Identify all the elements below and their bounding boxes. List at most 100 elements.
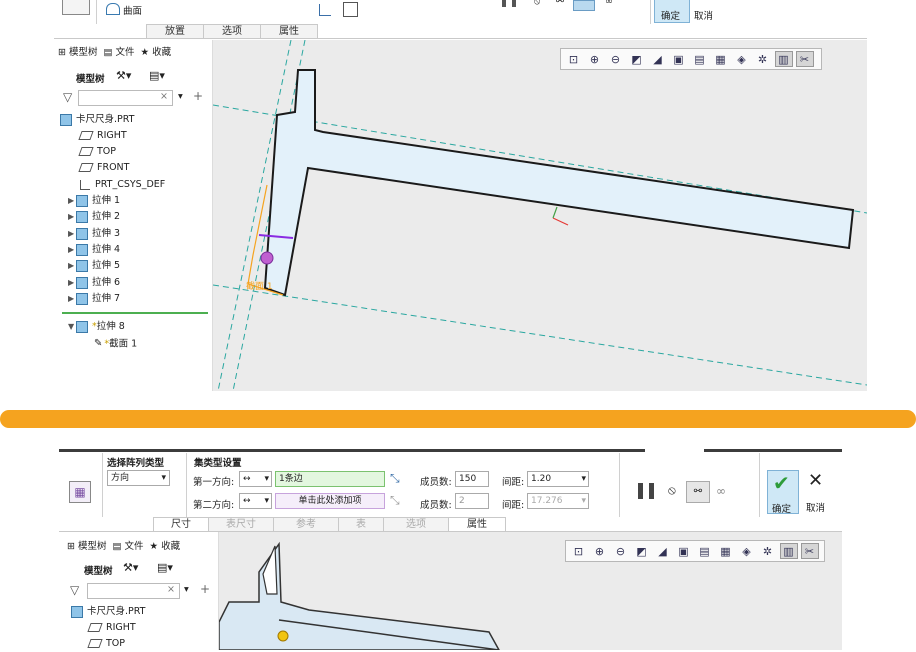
- surface-label[interactable]: 曲面: [123, 3, 142, 17]
- perspective-icon[interactable]: ▦: [717, 543, 735, 559]
- tree-tab-favorites[interactable]: ★ 收藏: [150, 538, 181, 552]
- tree-tab-files[interactable]: ▤ 文件: [104, 44, 135, 58]
- tab-options[interactable]: 选项: [203, 24, 261, 39]
- saved-orientation-icon[interactable]: ▣: [675, 543, 693, 559]
- display-style-icon[interactable]: ◢: [654, 543, 672, 559]
- tree-item-extrude4[interactable]: ▶ 拉伸 4: [68, 242, 120, 258]
- zoom-out-icon[interactable]: ⊖: [612, 543, 630, 559]
- spin-center-icon[interactable]: ✂: [795, 51, 814, 67]
- display-style-icon[interactable]: ◢: [649, 51, 667, 67]
- zoom-in-icon[interactable]: ⊕: [586, 51, 604, 67]
- tree-settings-icon[interactable]: ⚒▾: [116, 69, 131, 82]
- add-filter-icon[interactable]: +: [193, 89, 203, 103]
- refit-icon[interactable]: ⊡: [570, 543, 588, 559]
- clear-icon[interactable]: ×: [160, 91, 168, 102]
- cancel-button[interactable]: ✕ 取消: [803, 470, 833, 514]
- saved-orientation-icon[interactable]: ▣: [670, 51, 688, 67]
- zoom-out-icon[interactable]: ⊖: [607, 51, 625, 67]
- tab-dimensions[interactable]: 尺寸: [153, 517, 209, 532]
- stop-icon[interactable]: ⦸: [534, 0, 540, 7]
- section-view-icon[interactable]: ◈: [733, 51, 751, 67]
- spacing2-input[interactable]: 17.276 ▾: [527, 493, 589, 509]
- bottom-graphics-area[interactable]: ⊡ ⊕ ⊖ ◩ ◢ ▣ ▤ ▦ ◈ ✲ ▥ ✂: [219, 532, 842, 650]
- filter-icon[interactable]: ▽: [70, 583, 79, 597]
- members2-input[interactable]: 2: [455, 493, 489, 509]
- tree-tab-files[interactable]: ▤ 文件: [113, 538, 144, 552]
- filter-icon[interactable]: ▽: [63, 90, 72, 104]
- view-manager-icon[interactable]: ▤: [696, 543, 714, 559]
- section-view-icon[interactable]: ◈: [738, 543, 756, 559]
- surface-icon[interactable]: [106, 3, 120, 15]
- pattern-type-select[interactable]: 方向 ▾: [107, 470, 170, 486]
- tree-item-part[interactable]: 卡尺尺身.PRT: [71, 604, 145, 620]
- tab-properties[interactable]: 属性: [260, 24, 318, 39]
- image-icon[interactable]: [343, 2, 358, 17]
- pause-icon[interactable]: [638, 483, 654, 499]
- tree-tab-model[interactable]: ⊞ 模型树: [58, 44, 98, 58]
- spacing1-input[interactable]: 1.20 ▾: [527, 471, 589, 487]
- datum-display-icon[interactable]: ✲: [759, 543, 777, 559]
- pause-icon[interactable]: [502, 0, 516, 7]
- glasses-icon[interactable]: ∞: [605, 0, 613, 7]
- tree-item-section1[interactable]: ✎ *截面 1: [94, 336, 137, 352]
- tab-tables[interactable]: 表: [338, 517, 384, 532]
- cancel-button[interactable]: 取消: [694, 8, 713, 22]
- part-icon: [71, 605, 83, 618]
- tree-item-top[interactable]: TOP: [78, 144, 116, 160]
- tab-table-dimensions[interactable]: 表尺寸: [208, 517, 274, 532]
- tree-item-extrude7[interactable]: ▶ 拉伸 7: [68, 291, 120, 307]
- datum-display-icon[interactable]: ✲: [754, 51, 772, 67]
- tab-options[interactable]: 选项: [383, 517, 449, 532]
- tree-search-input[interactable]: [78, 90, 173, 106]
- annotation-icon[interactable]: ▥: [774, 51, 793, 67]
- repaint-icon[interactable]: ◩: [633, 543, 651, 559]
- confirm-button[interactable]: ✔ 确定: [767, 470, 799, 515]
- search-dropdown-icon[interactable]: ▾: [184, 584, 189, 595]
- tree-item-extrude1[interactable]: ▶ 拉伸 1: [68, 193, 120, 209]
- members1-input[interactable]: 150: [455, 471, 489, 487]
- tree-item-extrude8[interactable]: ▼ *拉伸 8: [68, 319, 125, 335]
- tree-show-icon[interactable]: ▤▾: [149, 69, 165, 82]
- tree-item-extrude2[interactable]: ▶ 拉伸 2: [68, 209, 120, 225]
- tree-item-csys[interactable]: PRT_CSYS_DEF: [80, 177, 165, 193]
- tree-show-icon[interactable]: ▤▾: [157, 561, 173, 574]
- confirm-button[interactable]: 确定: [654, 0, 690, 23]
- insert-indicator[interactable]: [62, 312, 208, 314]
- view-manager-icon[interactable]: ▤: [691, 51, 709, 67]
- flip-dir1-icon[interactable]: ⤡: [390, 471, 400, 486]
- verify-icon[interactable]: [573, 0, 595, 11]
- tab-placement[interactable]: 放置: [146, 24, 204, 39]
- tree-item-part[interactable]: 卡尺尺身.PRT: [60, 112, 134, 128]
- glasses-icon[interactable]: ∞: [716, 484, 726, 498]
- tree-tab-model[interactable]: ⊞ 模型树: [67, 538, 107, 552]
- tree-item-extrude6[interactable]: ▶ 拉伸 6: [68, 275, 120, 291]
- dir2-reference-field[interactable]: 单击此处添加项: [275, 493, 385, 509]
- preview-icon[interactable]: ⚯: [556, 0, 564, 7]
- repaint-icon[interactable]: ◩: [628, 51, 646, 67]
- tree-tab-favorites[interactable]: ★ 收藏: [141, 44, 172, 58]
- flip-dir2-icon[interactable]: ⤡: [390, 493, 400, 508]
- tree-item-right[interactable]: RIGHT: [78, 128, 127, 144]
- tree-settings-icon[interactable]: ⚒▾: [123, 561, 138, 574]
- verify-icon[interactable]: ⚯: [686, 481, 710, 503]
- search-dropdown-icon[interactable]: ▾: [178, 91, 183, 102]
- dir1-type-select[interactable]: ↔ ▾: [239, 471, 272, 487]
- tab-references[interactable]: 参考: [273, 517, 339, 532]
- add-filter-icon[interactable]: +: [200, 582, 210, 596]
- spin-center-icon[interactable]: ✂: [800, 543, 819, 559]
- tree-item-extrude5[interactable]: ▶ 拉伸 5: [68, 258, 120, 274]
- perspective-icon[interactable]: ▦: [712, 51, 730, 67]
- annotation-icon[interactable]: ▥: [779, 543, 798, 559]
- dir1-reference-field[interactable]: 1条边: [275, 471, 385, 487]
- tree-item-front[interactable]: FRONT: [78, 160, 129, 176]
- stop-icon[interactable]: ⦸: [668, 483, 676, 498]
- tab-properties[interactable]: 属性: [448, 517, 506, 532]
- dir2-type-select[interactable]: ↔ ▾: [239, 493, 272, 509]
- clear-icon[interactable]: ×: [167, 584, 175, 595]
- refit-icon[interactable]: ⊡: [565, 51, 583, 67]
- tree-item-extrude3[interactable]: ▶ 拉伸 3: [68, 226, 120, 242]
- square-icon[interactable]: [319, 4, 331, 16]
- zoom-in-icon[interactable]: ⊕: [591, 543, 609, 559]
- tree-item-right[interactable]: RIGHT: [87, 620, 136, 636]
- top-graphics-area[interactable]: 截面 1 ⊡ ⊕ ⊖ ◩ ◢ ▣ ▤ ▦ ◈ ✲ ▥ ✂: [213, 40, 867, 391]
